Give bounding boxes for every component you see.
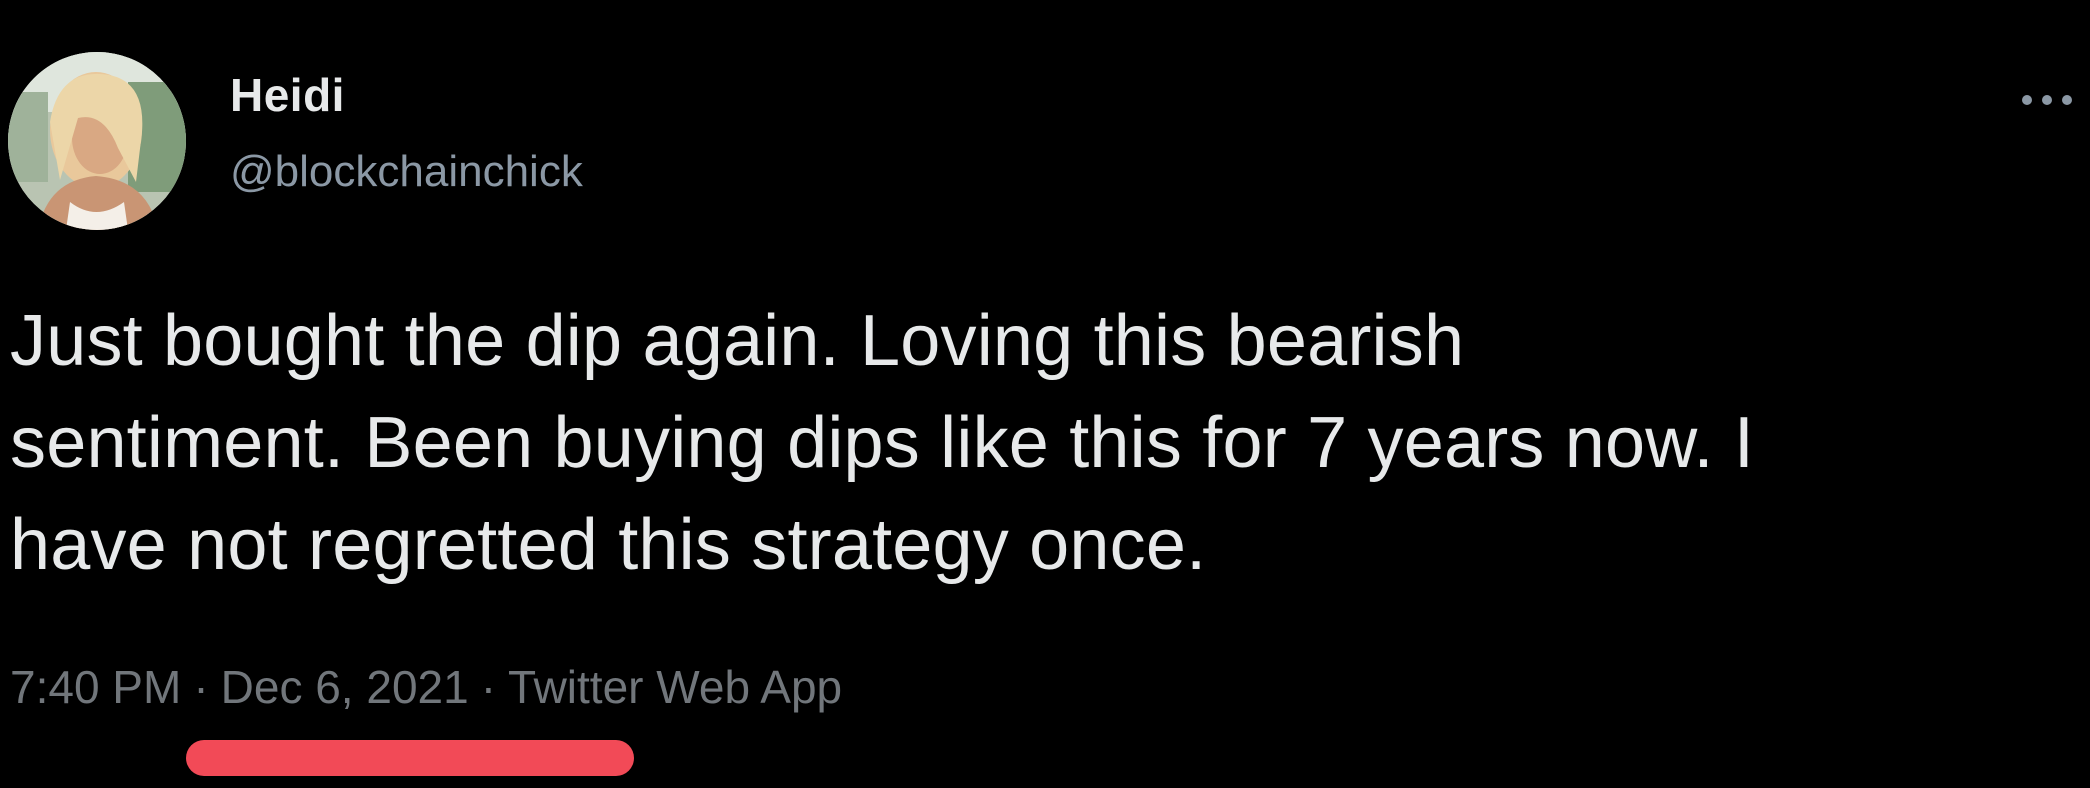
tweet-source[interactable]: Twitter Web App — [508, 664, 842, 710]
avatar-photo — [8, 52, 186, 230]
tweet-card: Heidi @blockchainchick Just bought the d… — [0, 0, 2090, 788]
meta-separator: · — [480, 661, 497, 713]
meta-separator: · — [193, 661, 209, 713]
tweet-meta: 7:40 PM · Dec 6, 2021 · Twitter Web App — [10, 664, 842, 710]
tweet-text: Just bought the dip again. Loving this b… — [10, 301, 1755, 585]
more-horizontal-icon — [2022, 95, 2072, 105]
tweet-date[interactable]: Dec 6, 2021 — [221, 664, 469, 710]
user-handle[interactable]: @blockchainchick — [230, 150, 583, 194]
more-options-button[interactable] — [2016, 80, 2078, 120]
display-name[interactable]: Heidi — [230, 72, 345, 118]
tweet-time[interactable]: 7:40 PM — [10, 664, 181, 710]
date-highlight-underline — [186, 740, 634, 776]
avatar[interactable] — [8, 52, 186, 230]
